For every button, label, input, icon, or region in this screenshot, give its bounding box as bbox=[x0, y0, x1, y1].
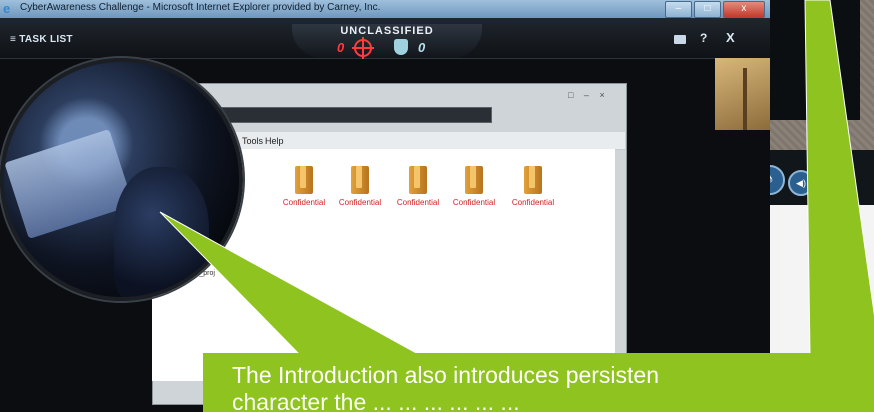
callout-pointer-right bbox=[804, 0, 874, 356]
callout-pointers bbox=[159, 0, 874, 356]
caption-text: The Introduction also introduces persist… bbox=[232, 362, 874, 412]
caption-line-1: The Introduction also introduces persist… bbox=[232, 362, 660, 388]
callout-pointer-left bbox=[159, 211, 421, 356]
caption-line-2: character the ... ... ... ... ... ... bbox=[232, 389, 520, 412]
